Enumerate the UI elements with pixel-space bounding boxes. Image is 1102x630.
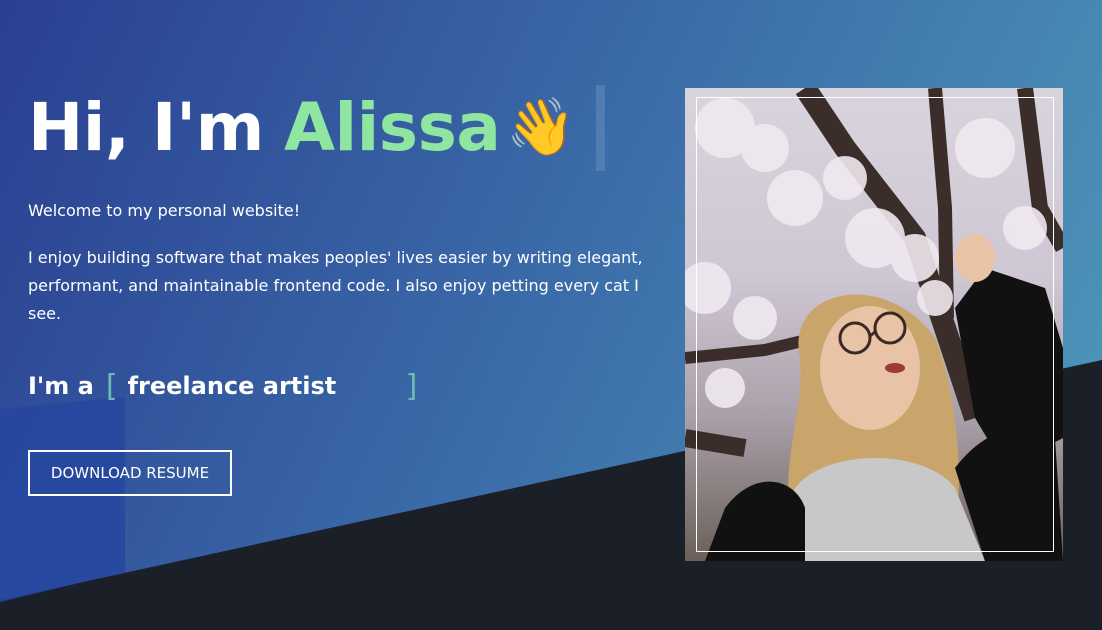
greeting-text: Hi, I'm xyxy=(28,89,264,166)
typing-cursor-bar xyxy=(595,85,605,171)
hero-section: Hi, I'm Alissa 👋 xyxy=(28,85,668,171)
role-prefix: I'm a xyxy=(28,372,94,400)
name-text: Alissa xyxy=(283,89,501,166)
welcome-text: Welcome to my personal website! xyxy=(28,201,301,220)
waving-hand-icon: 👋 xyxy=(506,95,576,160)
decorative-blue-block xyxy=(0,397,125,602)
photo-frame-border xyxy=(696,97,1054,552)
hero-headline: Hi, I'm Alissa 👋 xyxy=(28,85,668,171)
role-text: freelance artist xyxy=(127,372,337,400)
role-bracket-open: [ xyxy=(105,368,118,404)
bio-text: I enjoy building software that makes peo… xyxy=(28,248,643,323)
role-line: I'm a [ freelance artist ] xyxy=(28,368,417,404)
role-bracket-close: ] xyxy=(405,368,418,404)
download-resume-button[interactable]: DOWNLOAD RESUME xyxy=(28,450,232,496)
